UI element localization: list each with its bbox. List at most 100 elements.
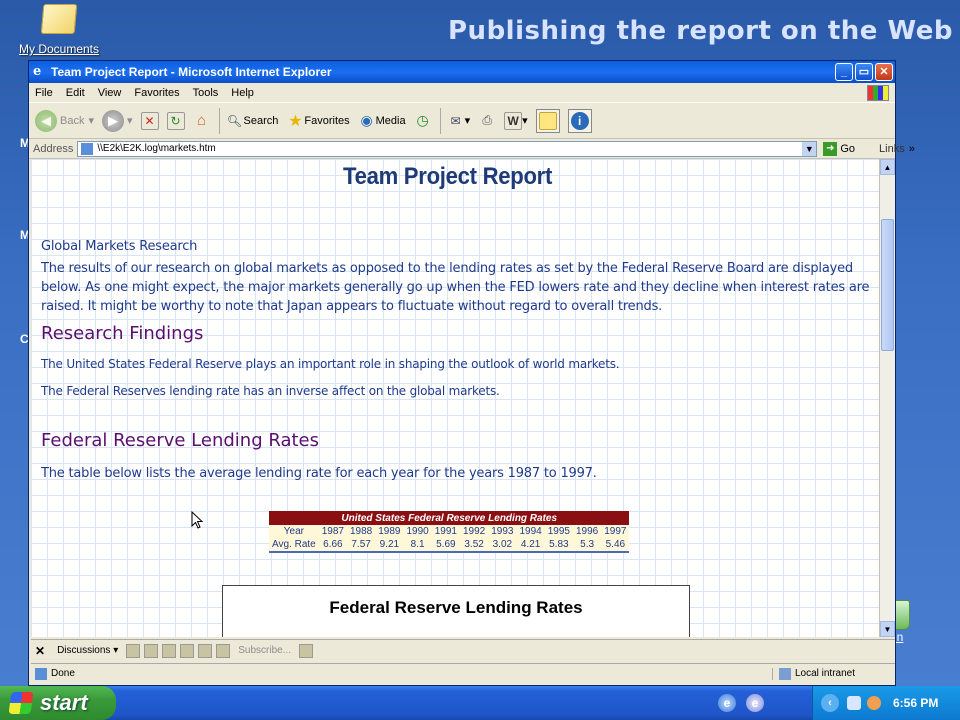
menu-tools[interactable]: Tools [193, 87, 219, 99]
printer-icon: ⎙ [482, 113, 492, 127]
subscribe-button[interactable]: Subscribe... [238, 645, 291, 656]
chevron-down-icon: ▾ [464, 115, 471, 127]
toolbar-separator [218, 107, 220, 134]
title-bar[interactable]: e Team Project Report - Microsoft Intern… [29, 61, 895, 83]
table-cell-rate: 6.66 [318, 538, 347, 553]
chevron-right-icon[interactable]: » [909, 143, 915, 155]
refresh-button[interactable]: ↻ [166, 111, 185, 130]
discussion-pane-icon[interactable] [299, 643, 314, 658]
menu-help[interactable]: Help [231, 87, 254, 99]
discussion-show-icon[interactable] [216, 643, 231, 658]
finding-1: The United States Federal Reserve plays … [41, 357, 620, 371]
rates-table: United States Federal Reserve Lending Ra… [269, 511, 630, 553]
table-cell-year: 1991 [431, 525, 460, 538]
history-button[interactable]: ◷ [414, 112, 432, 130]
go-button[interactable]: ➜ Go [823, 141, 855, 156]
discussion-expand-icon[interactable] [180, 643, 195, 658]
menu-view[interactable]: View [98, 87, 122, 99]
desktop-icon-label: My Documents [18, 42, 100, 56]
discussion-edit-icon[interactable] [144, 643, 159, 658]
scroll-up-arrow-icon[interactable]: ▲ [880, 159, 895, 175]
back-button[interactable]: ◀ Back ▾ [35, 109, 94, 132]
menu-edit[interactable]: Edit [66, 87, 85, 99]
network-tray-icon[interactable] [867, 696, 881, 710]
status-bar: Done Local intranet [31, 663, 895, 683]
maximize-button[interactable]: ▭ [855, 63, 873, 81]
clock: 6:56 PM [893, 696, 939, 710]
ie-icon: e [33, 64, 42, 79]
home-icon: ⌂ [197, 112, 207, 129]
search-button[interactable]: 🔍︎ Search [226, 112, 279, 130]
discussions-button[interactable]: Discussions ▾ [57, 645, 118, 656]
discussion-insert-icon[interactable] [126, 643, 141, 658]
table-cell-rate: 5.83 [544, 538, 573, 553]
discussion-collapse-icon[interactable] [198, 643, 213, 658]
forward-arrow-icon: ▶ [102, 109, 124, 132]
star-icon: ★ [288, 112, 303, 130]
menu-file[interactable]: File [35, 87, 53, 99]
chevron-down-icon: ▾ [127, 115, 133, 127]
home-button[interactable]: ⌂ [193, 112, 211, 130]
sticky-note-icon [538, 111, 557, 130]
zone-label: Local intranet [794, 668, 855, 679]
forward-button[interactable]: ▶ ▾ [102, 109, 133, 132]
search-icon: 🔍︎ [226, 113, 243, 128]
media-globe-icon: ◉ [360, 112, 373, 128]
mail-button[interactable]: ✉ ▾ [447, 112, 471, 130]
scroll-thumb[interactable] [881, 219, 894, 351]
media-button[interactable]: ◉ Media [358, 112, 406, 130]
favorites-button[interactable]: ★ Favorites [286, 112, 349, 130]
ie-quick-launch-icon[interactable]: e [718, 694, 736, 712]
links-button[interactable]: Links [879, 143, 905, 155]
discussion-reply-icon[interactable] [162, 643, 177, 658]
table-cell-year: 1997 [601, 525, 630, 538]
finding-2: The Federal Reserves lending rate has an… [41, 384, 500, 398]
outlook-quick-launch-icon[interactable]: e [746, 694, 764, 712]
table-cell-rate: 5.3 [572, 538, 602, 553]
table-cell-rate: 5.46 [601, 538, 630, 553]
menu-bar: File Edit View Favorites Tools Help [29, 83, 895, 103]
vertical-scrollbar[interactable]: ▲ ▼ [879, 159, 895, 637]
favorites-label: Favorites [304, 114, 350, 127]
table-cell-year: 1990 [403, 525, 432, 538]
show-hidden-icons-button[interactable]: ‹ [821, 694, 839, 712]
desktop-icon-my-documents[interactable]: My Documents [14, 4, 104, 58]
minimize-button[interactable]: _ [835, 63, 853, 81]
back-label: Back [60, 114, 85, 127]
start-label: start [40, 690, 88, 715]
browser-window: e Team Project Report - Microsoft Intern… [28, 60, 915, 686]
table-cell-rate: 8.1 [403, 538, 432, 553]
chevron-down-icon[interactable]: ▼ [802, 141, 817, 156]
history-icon: ◷ [416, 112, 429, 128]
section-body-lending-rates: The table below lists the average lendin… [41, 466, 597, 481]
info-button[interactable]: i [567, 108, 592, 133]
close-discussions-icon[interactable]: ✕ [35, 644, 45, 658]
rates-table-caption: United States Federal Reserve Lending Ra… [269, 511, 630, 525]
table-cell-rate: 3.02 [488, 538, 517, 553]
table-cell-rate: 7.57 [346, 538, 376, 553]
table-cell-rate: 9.21 [375, 538, 404, 553]
slide-title: Publishing the report on the Web [448, 16, 953, 46]
security-zone: Local intranet [771, 667, 855, 680]
address-input[interactable]: \\E2k\E2K.log\markets.htm ▼ [77, 140, 818, 157]
search-label: Search [243, 114, 279, 127]
address-label: Address [33, 142, 74, 155]
users-tray-icon[interactable] [847, 696, 861, 710]
close-button[interactable]: ✕ [875, 63, 893, 81]
toolbar-separator [439, 107, 441, 134]
stop-icon: ✕ [140, 111, 159, 130]
info-icon: i [570, 111, 589, 130]
taskbar: start e e ‹ 6:56 PM [0, 686, 960, 720]
notes-button[interactable] [535, 108, 560, 133]
scroll-down-arrow-icon[interactable]: ▼ [880, 621, 895, 637]
stop-button[interactable]: ✕ [140, 111, 159, 130]
print-button[interactable]: ⎙ [478, 112, 496, 130]
page-icon [81, 142, 94, 155]
table-cell-year: 1996 [572, 525, 602, 538]
table-cell-rate: 3.52 [459, 538, 489, 553]
menu-favorites[interactable]: Favorites [134, 87, 179, 99]
edit-button[interactable]: W ▾ [504, 111, 528, 130]
start-button[interactable]: start [0, 686, 116, 720]
word-edit-icon: W [504, 111, 523, 130]
windows-logo-icon [8, 692, 34, 714]
